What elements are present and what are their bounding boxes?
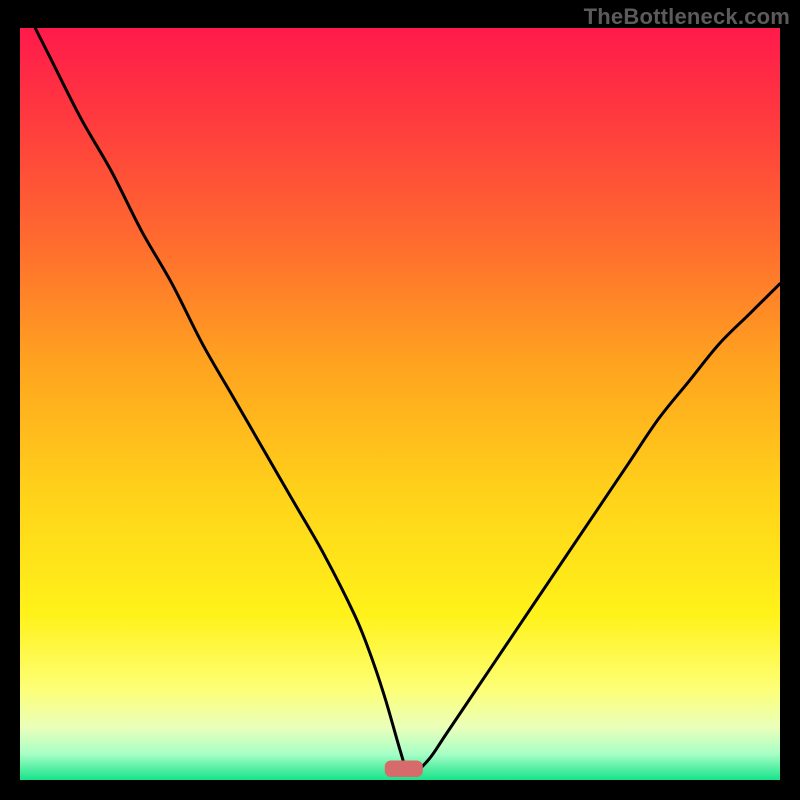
watermark-text: TheBottleneck.com: [584, 4, 790, 30]
plot-area: [20, 28, 780, 780]
chart-svg: [20, 28, 780, 780]
minimum-marker: [385, 760, 423, 777]
chart-frame: TheBottleneck.com: [0, 0, 800, 800]
gradient-background: [20, 28, 780, 780]
